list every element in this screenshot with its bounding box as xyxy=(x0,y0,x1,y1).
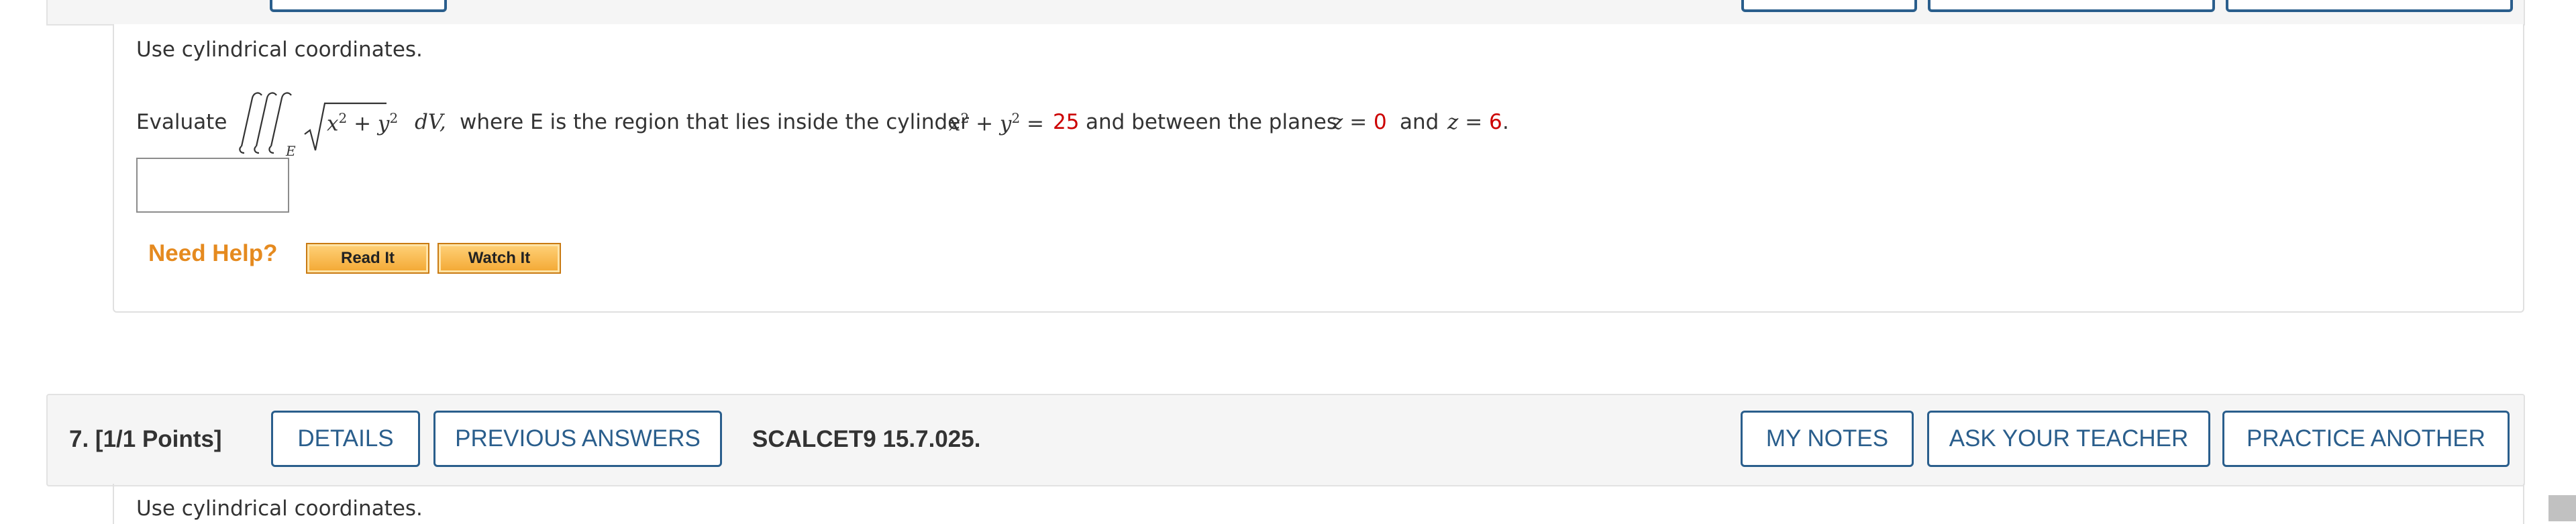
details-button[interactable]: DETAILS xyxy=(271,411,420,467)
plane-z-lower-lhs: z = xyxy=(1332,110,1368,134)
cut-off-button[interactable] xyxy=(1741,0,1917,12)
differential: dV, xyxy=(415,110,446,134)
region-subscript: E xyxy=(285,143,296,159)
radicand: x2 + y2 xyxy=(327,110,399,136)
previous-question-header xyxy=(46,0,2525,25)
plane-z-upper-lhs: z = xyxy=(1447,110,1483,134)
question-7-body xyxy=(113,484,2524,524)
question-instruction: Use cylindrical coordinates. xyxy=(136,38,423,62)
read-it-button[interactable]: Read It xyxy=(306,243,429,274)
cut-off-button[interactable] xyxy=(1928,0,2215,12)
answer-input[interactable] xyxy=(136,158,289,213)
scrollbar-thumb[interactable] xyxy=(2548,495,2576,521)
cylinder-equation: x2 + y2 = xyxy=(949,110,1045,136)
question-7-number-points: 7. [1/1 Points] xyxy=(69,426,222,452)
my-notes-button[interactable]: MY NOTES xyxy=(1741,411,1914,467)
sentence-period: . xyxy=(1502,110,1509,134)
cut-off-button[interactable] xyxy=(2226,0,2513,12)
cylinder-radius-squared: 25 xyxy=(1053,110,1080,134)
plane-z-upper-value: 6 xyxy=(1489,110,1502,134)
previous-answers-button[interactable]: PREVIOUS ANSWERS xyxy=(433,411,722,467)
watch-it-button[interactable]: Watch It xyxy=(437,243,561,274)
question-7-code: SCALCET9 15.7.025. xyxy=(752,426,981,452)
practice-another-button[interactable]: PRACTICE ANOTHER xyxy=(2222,411,2510,467)
ask-your-teacher-button[interactable]: ASK YOUR TEACHER xyxy=(1927,411,2210,467)
cut-off-button[interactable] xyxy=(270,0,447,12)
question-7-instruction: Use cylindrical coordinates. xyxy=(136,496,423,521)
evaluate-label: Evaluate xyxy=(136,110,227,134)
and-word: and xyxy=(1400,110,1439,134)
plane-z-lower-value: 0 xyxy=(1374,110,1387,134)
planes-description: and between the planes xyxy=(1086,110,1337,134)
need-help-label: Need Help? xyxy=(148,240,278,266)
region-description: where E is the region that lies inside t… xyxy=(460,110,969,134)
